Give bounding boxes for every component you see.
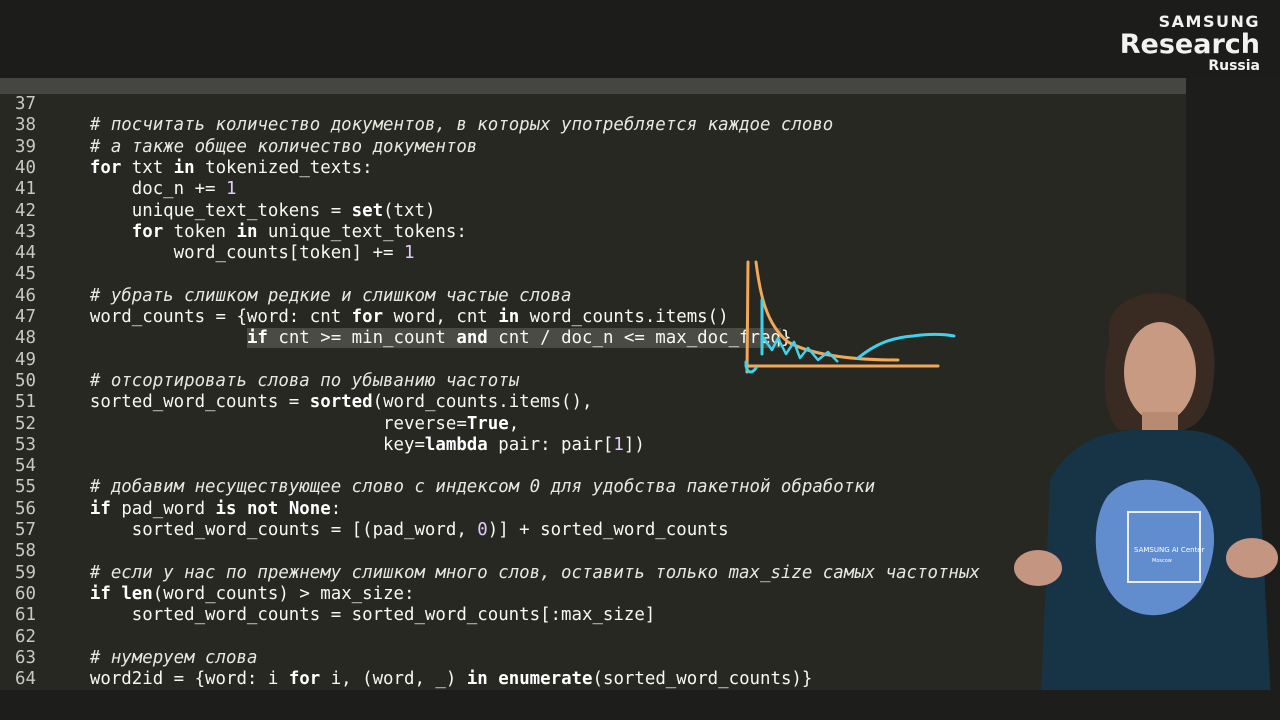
line-number: 39 [15, 136, 36, 157]
line-code: if pad_word is not None: [89, 498, 342, 519]
cyan-rising-curve [856, 333, 956, 360]
line-number: 62 [15, 626, 36, 647]
line-number: 56 [15, 498, 36, 519]
line-number: 54 [15, 456, 36, 477]
line-code: if cnt >= min_count and cnt / doc_n <= m… [246, 328, 792, 349]
line-code: word_counts[token] += 1 [48, 243, 415, 264]
presenter-silhouette: SAMSUNG AI Center Moscow [1014, 293, 1278, 720]
line-code: sorted_word_counts = [(pad_word, 0)] + s… [48, 520, 729, 540]
line-number: 47 [15, 307, 36, 327]
line-number: 45 [15, 264, 36, 285]
samsung-research-logo: SAMSUNG Research Russia [1119, 12, 1260, 74]
shirt-print-subtext: Moscow [1152, 558, 1172, 564]
presenter-right-hand [1226, 538, 1278, 578]
line-number: 37 [15, 94, 36, 114]
line-number: 41 [15, 179, 36, 200]
brand-line-3: Russia [1208, 58, 1260, 74]
orange-axis-y [745, 260, 750, 374]
line-number: 53 [15, 434, 36, 455]
line-number: 57 [15, 520, 36, 540]
line-number: 50 [15, 370, 36, 391]
line-code: word2id = {word: i for i, (word, _) in e… [48, 669, 813, 690]
line-number: 44 [15, 243, 36, 264]
line-number: 40 [15, 157, 36, 178]
line-number: 61 [15, 605, 36, 626]
line-code: # нумеруем слова [89, 647, 258, 668]
shirt-print-text: SAMSUNG AI Center [1134, 546, 1205, 554]
line-code: reverse=True, [48, 413, 520, 434]
video-top-bar: SAMSUNG Research Russia [0, 0, 1280, 78]
hand-drawn-distribution-sketch [744, 260, 956, 374]
line-code: sorted_word_counts = sorted_word_counts[… [48, 605, 656, 626]
line-code: for token in unique_text_tokens: [131, 221, 467, 242]
line-number: 49 [15, 349, 36, 370]
line-code: sorted_word_counts = sorted(word_counts.… [48, 392, 593, 413]
line-code: word_counts = {word: cnt for word, cnt i… [48, 307, 729, 327]
line-code: for txt in tokenized_texts: [89, 157, 373, 178]
line-number: 43 [15, 221, 36, 242]
line-code: # отсортировать слова по убыванию частот… [89, 370, 520, 391]
brand-line-1: SAMSUNG [1158, 12, 1260, 31]
line-code: # а также общее количество документов [89, 136, 478, 157]
line-number: 42 [15, 200, 36, 221]
line-number: 60 [15, 583, 36, 604]
line-code: if len(word_counts) > max_size: [89, 583, 415, 604]
video-bottom-bar [0, 690, 1280, 720]
line-number: 55 [15, 477, 36, 498]
line-number: 63 [15, 647, 36, 668]
brand-line-2: Research [1119, 29, 1260, 60]
line-code: # если у нас по прежнему слишком много с… [89, 562, 980, 583]
line-code: # добавим несуществующее слово с индексо… [89, 477, 876, 498]
line-number: 48 [15, 328, 36, 349]
line-number: 38 [15, 115, 36, 136]
presenter-face [1124, 322, 1196, 422]
line-number: 52 [15, 413, 36, 434]
line-code: # посчитать количество документов, в кот… [89, 115, 834, 136]
line-number: 58 [15, 541, 36, 562]
line-code: unique_text_tokens = set(txt) [48, 200, 436, 221]
line-code: # убрать слишком редкие и слишком частые… [89, 285, 572, 306]
line-code: doc_n += 1 [48, 179, 237, 200]
line-number: 59 [15, 562, 36, 583]
editor-tab-strip [0, 78, 1186, 94]
code-editor[interactable]: 37 38 # посчитать количество документов, … [0, 94, 1186, 690]
line-number: 46 [15, 285, 36, 306]
line-number: 51 [15, 392, 36, 413]
presenter-left-hand [1014, 550, 1062, 586]
line-code: key=lambda pair: pair[1]) [48, 434, 645, 455]
line-number: 64 [15, 669, 36, 690]
